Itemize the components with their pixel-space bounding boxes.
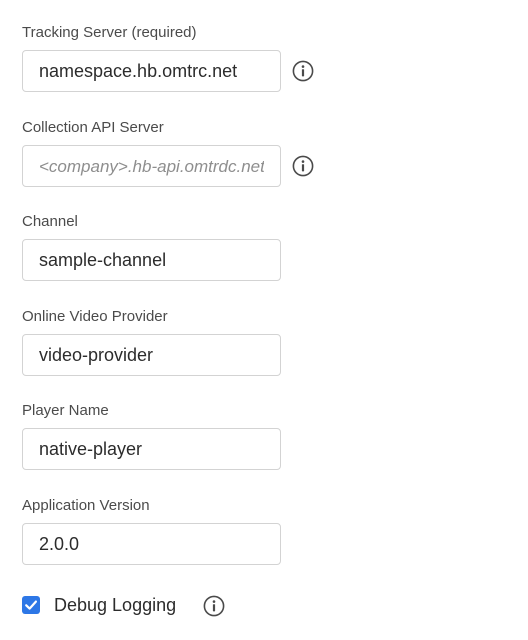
collection-api-server-label: Collection API Server: [22, 119, 164, 136]
tracking-server-input[interactable]: [22, 50, 281, 92]
collection-api-server-input[interactable]: [22, 145, 281, 187]
collection-api-server-field: Collection API Server: [22, 95, 522, 190]
channel-field: Channel: [22, 189, 522, 284]
channel-label: Channel: [22, 213, 78, 230]
debug-logging-label: Debug Logging: [54, 595, 177, 615]
player-name-field: Player Name: [22, 378, 522, 473]
debug-logging-checkbox[interactable]: [22, 596, 40, 614]
application-version-field: Application Version: [22, 473, 522, 568]
player-name-input[interactable]: [22, 428, 281, 470]
debug-logging-row: Debug Logging: [22, 595, 522, 619]
application-version-label: Application Version: [22, 497, 150, 514]
online-video-provider-field: Online Video Provider: [22, 284, 522, 379]
info-icon[interactable]: [203, 595, 225, 617]
channel-input[interactable]: [22, 239, 281, 281]
player-name-label: Player Name: [22, 402, 109, 419]
checkmark-icon: [25, 600, 37, 610]
online-video-provider-input[interactable]: [22, 334, 281, 376]
online-video-provider-label: Online Video Provider: [22, 308, 168, 325]
tracking-server-field: Tracking Server (required): [22, 0, 522, 95]
info-icon[interactable]: [292, 60, 314, 82]
application-version-input[interactable]: [22, 523, 281, 565]
info-icon[interactable]: [292, 155, 314, 177]
tracking-server-label: Tracking Server (required): [22, 24, 197, 41]
